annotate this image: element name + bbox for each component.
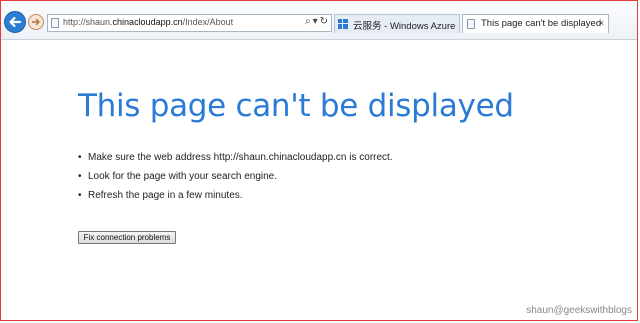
back-button[interactable]: [4, 11, 26, 33]
arrow-left-icon: [9, 16, 22, 28]
list-item: Make sure the web address http://shaun.c…: [78, 152, 393, 171]
search-icon[interactable]: ⌕: [305, 16, 311, 27]
close-icon[interactable]: ×: [599, 18, 604, 28]
address-bar[interactable]: http://shaun.chinacloudapp.cn/Index/Abou…: [47, 14, 332, 32]
url-prefix: http://shaun.: [63, 17, 113, 27]
url-path: /Index/About: [182, 17, 234, 27]
browser-toolbar: http://shaun.chinacloudapp.cn/Index/Abou…: [1, 1, 637, 40]
tab-error-page[interactable]: This page can't be displayed ×: [462, 14, 609, 33]
list-item: Look for the page with your search engin…: [78, 171, 393, 190]
list-item: Refresh the page in a few minutes.: [78, 190, 393, 209]
page-icon: [467, 19, 475, 29]
page-icon: [51, 18, 59, 28]
fix-connection-button[interactable]: Fix connection problems: [78, 231, 176, 244]
forward-button[interactable]: [28, 14, 44, 30]
arrow-right-icon: [31, 18, 40, 26]
tab-label: This page can't be displayed: [481, 18, 602, 29]
watermark: shaun@geekswithblogs: [526, 305, 632, 316]
url-host: chinacloudapp.cn: [112, 17, 183, 27]
tab-label: 云服务 - Windows Azure: [353, 21, 456, 32]
address-bar-icons: ⌕ ▾ ↻: [303, 16, 328, 27]
chevron-down-icon[interactable]: ▾: [313, 16, 318, 27]
page-title: This page can't be displayed: [78, 88, 514, 124]
suggestion-list: Make sure the web address http://shaun.c…: [78, 152, 393, 209]
refresh-icon[interactable]: ↻: [320, 16, 328, 27]
address-url[interactable]: http://shaun.chinacloudapp.cn/Index/Abou…: [63, 17, 233, 27]
tab-windows-azure[interactable]: 云服务 - Windows Azure: [334, 14, 460, 33]
windows-icon: [338, 19, 348, 29]
